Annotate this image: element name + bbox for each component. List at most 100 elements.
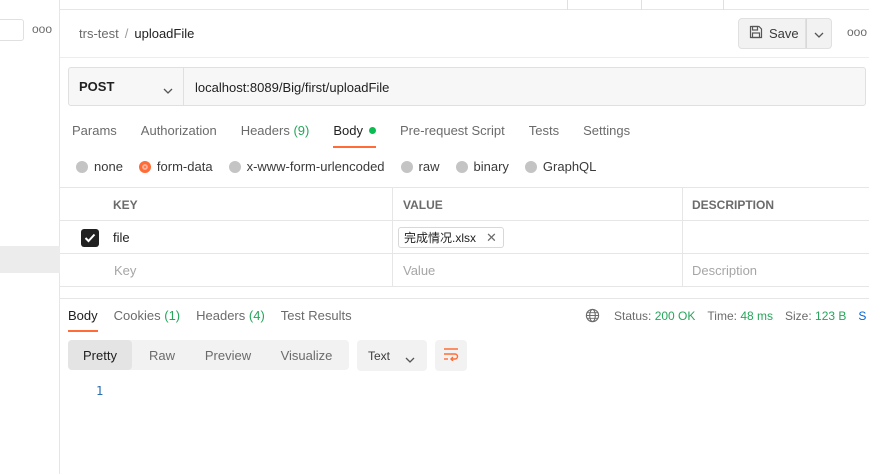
description-placeholder-input[interactable]: Description [683,254,869,287]
format-value: Text [368,348,391,363]
tab-label: Cookies [113,308,161,323]
radio-label: raw [418,159,440,174]
tab-label: Settings [583,123,631,138]
radio-label: none [94,159,123,174]
file-chip[interactable]: 完成情况.xlsx ✕ [398,227,504,248]
url-bar: POST localhost:8089/Big/first/uploadFile [68,67,866,106]
radio-urlencoded[interactable]: x-www-form-urlencoded [228,159,385,174]
remove-file-icon[interactable]: ✕ [486,230,497,246]
tab-label: Authorization [140,123,217,138]
tab-count: (9) [293,123,310,138]
sidebar-more-button[interactable]: ooo [32,22,52,36]
radio-circle-icon [400,160,413,173]
save-button[interactable]: Save [738,18,806,49]
table-header-row: KEY VALUE DESCRIPTION [60,188,869,221]
view-visualize[interactable]: Visualize [264,340,349,370]
radio-binary[interactable]: binary [455,159,509,174]
key-input[interactable]: file [113,230,130,245]
tab-params[interactable]: Params [72,123,117,148]
request-tab-strip [60,0,869,10]
save-response-button[interactable]: S [858,309,866,323]
radio-circle-icon [455,160,468,173]
view-mode-segmented: Pretty Raw Preview Visualize [68,340,349,370]
tab-count: (4) [248,308,265,323]
breadcrumb-collection[interactable]: trs-test [79,26,119,41]
response-tab-body[interactable]: Body [68,308,98,332]
more-options-button[interactable]: ooo [847,25,867,39]
globe-icon[interactable] [585,308,600,323]
size-label: Size: [785,308,812,323]
status-label: Status: [614,308,652,323]
response-tab-test-results[interactable]: Test Results [281,308,352,332]
view-preview[interactable]: Preview [192,340,264,370]
column-header-description: DESCRIPTION [692,197,775,212]
radio-label: x-www-form-urlencoded [246,159,385,174]
left-sidebar: ooo [0,0,60,474]
tab-count: (1) [164,308,181,323]
tab-body[interactable]: Body [333,123,376,148]
value-placeholder-input[interactable]: Value [393,254,683,287]
save-icon [749,25,763,42]
body-type-radios: none form-data x-www-form-urlencoded raw… [76,159,612,174]
key-cell: file [60,221,393,254]
tab-separator [723,0,724,10]
tab-label: Headers [196,308,246,323]
chevron-down-icon [405,352,415,366]
radio-label: GraphQL [542,159,597,174]
wrap-lines-button[interactable] [435,340,467,371]
time-label: Time: [707,308,737,323]
tab-pre-request-script[interactable]: Pre-request Script [400,123,505,148]
tab-label: Body [333,123,363,138]
response-tab-headers[interactable]: Headers (4) [196,308,265,332]
tab-label: Body [68,308,98,323]
description-input[interactable] [683,221,869,254]
key-placeholder-input[interactable]: Key [60,254,393,287]
column-header-key: KEY [60,188,393,221]
format-select[interactable]: Text [357,340,427,371]
sidebar-search-input[interactable] [0,19,24,41]
radio-none[interactable]: none [76,159,123,174]
url-input[interactable]: localhost:8089/Big/first/uploadFile [195,80,389,95]
radio-circle-icon [524,160,537,173]
tab-label: Tests [528,123,560,138]
tab-separator [641,0,642,10]
radio-graphql[interactable]: GraphQL [524,159,597,174]
radio-circle-icon [76,160,88,173]
radio-selected-icon [138,160,151,173]
time-info[interactable]: Time: 48 ms [707,309,773,323]
status-value: 200 OK [654,308,696,323]
size-value: 123 B [815,308,847,323]
tab-label: Params [72,123,117,138]
request-name[interactable]: uploadFile [134,26,194,41]
save-options-button[interactable] [806,18,832,49]
response-status-bar: Status: 200 OK Time: 48 ms Size: 123 B S [585,308,866,323]
table-row: file 完成情况.xlsx ✕ [60,221,869,254]
tab-authorization[interactable]: Authorization [141,123,217,148]
view-pretty[interactable]: Pretty [68,340,132,370]
value-cell: 完成情况.xlsx ✕ [393,221,683,254]
request-header: trs-test / uploadFile Save ooo [60,10,869,58]
tab-label: Headers [240,123,290,138]
view-raw[interactable]: Raw [132,340,192,370]
response-tab-cookies[interactable]: Cookies (1) [114,308,180,332]
breadcrumb-separator: / [124,26,129,41]
tab-settings[interactable]: Settings [583,123,630,148]
status-info[interactable]: Status: 200 OK [614,309,695,323]
method-select[interactable]: POST [69,68,184,105]
response-divider[interactable] [60,298,869,299]
file-name: 完成情况.xlsx [404,231,477,245]
radio-form-data[interactable]: form-data [138,159,213,174]
radio-raw[interactable]: raw [400,159,440,174]
line-number: 1 [96,384,104,398]
size-info[interactable]: Size: 123 B [785,309,846,323]
row-enabled-checkbox[interactable] [81,228,99,247]
radio-label: binary [473,159,509,174]
radio-label: form-data [156,159,213,174]
method-value: POST [79,79,115,94]
tab-tests[interactable]: Tests [529,123,559,148]
tab-headers[interactable]: Headers (9) [241,123,310,148]
status-dot-icon [368,127,376,134]
breadcrumb: trs-test / uploadFile [79,26,194,41]
chevron-down-icon [163,82,173,97]
sidebar-selected-item[interactable] [0,246,60,273]
